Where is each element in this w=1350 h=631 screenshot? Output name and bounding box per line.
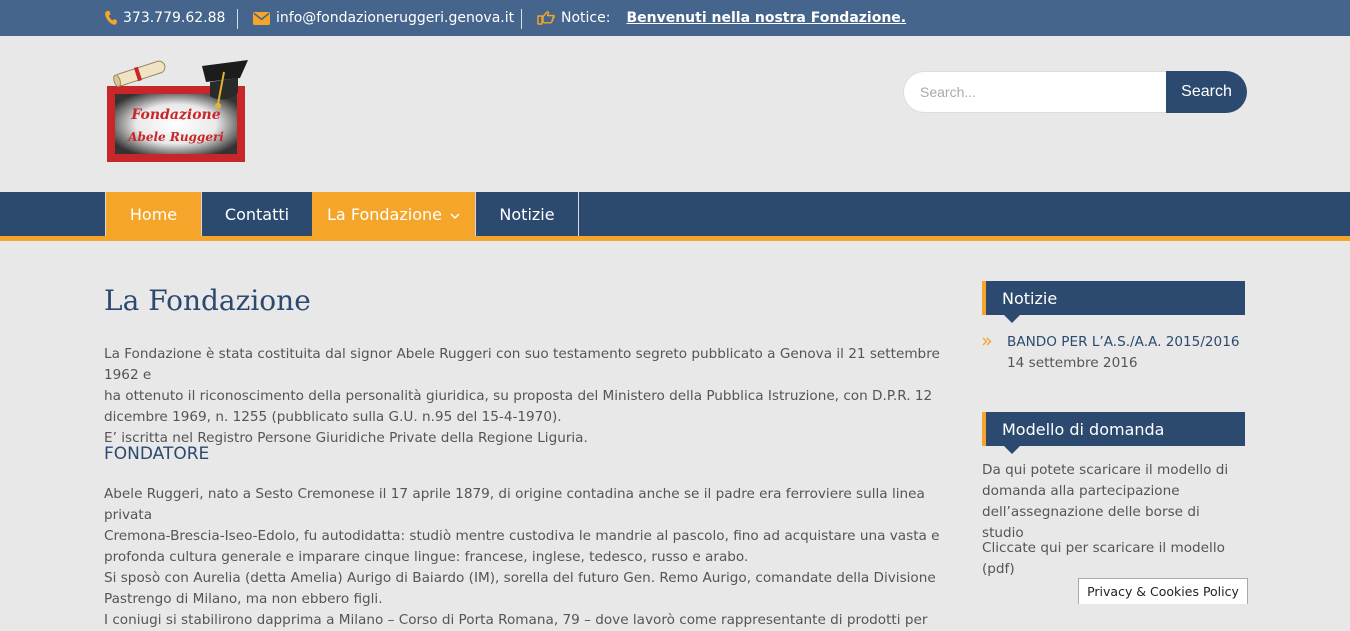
- modello-download-link[interactable]: Cliccate qui per scaricare il modello (p…: [982, 538, 1245, 580]
- search-button[interactable]: Search: [1166, 71, 1247, 113]
- text-line: Cliccate qui per scaricare il modello: [982, 540, 1225, 556]
- topbar-divider: [521, 9, 522, 29]
- nav-item-la-fondazione[interactable]: La Fondazione: [312, 192, 476, 236]
- site-logo[interactable]: Fondazione Abele Ruggeri: [106, 56, 250, 164]
- phone-number: 373.779.62.88: [123, 10, 226, 26]
- notice: Notice: Benvenuti nella nostra Fondazion…: [537, 0, 906, 36]
- nav-label: Notizie: [499, 204, 555, 224]
- search-form: Search: [903, 71, 1247, 113]
- widget-title-pointer: [1004, 315, 1020, 323]
- text-line: ha ottenuto il riconoscimento della pers…: [104, 388, 933, 404]
- top-bar: 373.779.62.88 info@fondazioneruggeri.gen…: [0, 0, 1350, 36]
- page-title: La Fondazione: [104, 284, 311, 317]
- text-line: domanda alla partecipazione: [982, 483, 1180, 499]
- text-line: dicembre 1969, n. 1255 (pubblicato sulla…: [104, 409, 562, 425]
- text-line: I coniugi si stabilirono dapprima a Mila…: [104, 612, 928, 628]
- nav-label: La Fondazione: [327, 204, 442, 224]
- widget-title-pointer: [1004, 446, 1020, 454]
- nav-label: Home: [129, 204, 178, 224]
- nav-item-home[interactable]: Home: [105, 192, 202, 236]
- text-line: (pdf): [982, 561, 1015, 577]
- text-line: E’ iscritta nel Registro Persone Giuridi…: [104, 430, 588, 446]
- search-input[interactable]: [903, 71, 1166, 113]
- widget-title-modello: Modello di domanda: [982, 412, 1245, 454]
- privacy-cookies-button[interactable]: Privacy & Cookies Policy: [1078, 578, 1248, 604]
- news-link[interactable]: BANDO PER L’A.S./A.A. 2015/2016: [1007, 332, 1240, 353]
- section-title-fondatore: FONDATORE: [104, 444, 210, 464]
- widget-title: Modello di domanda: [1002, 419, 1165, 439]
- text-line: Cremona-Brescia-Iseo-Edolo, fu autodidat…: [104, 528, 940, 544]
- phone-icon: [105, 11, 117, 25]
- fondatore-paragraph: Abele Ruggeri, nato a Sesto Cremonese il…: [104, 484, 954, 631]
- double-chevron-right-icon: [982, 332, 1007, 353]
- text-line: Si sposò con Aurelia (detta Amelia) Auri…: [104, 570, 936, 586]
- text-line: Abele Ruggeri, nato a Sesto Cremonese il…: [104, 486, 925, 523]
- widget-title: Notizie: [1002, 288, 1058, 308]
- notice-link[interactable]: Benvenuti nella nostra Fondazione.: [626, 10, 906, 26]
- text-line: Pastrengo di Milano, ma non ebbero figli…: [104, 591, 383, 607]
- hand-pointer-icon: [537, 11, 555, 25]
- phone-contact[interactable]: 373.779.62.88: [105, 0, 225, 36]
- notice-label: Notice:: [561, 10, 611, 26]
- logo-line2: Abele Ruggeri: [127, 130, 224, 144]
- notizie-list-item: BANDO PER L’A.S./A.A. 2015/2016 14 sette…: [982, 332, 1245, 374]
- logo-line1: Fondazione: [130, 107, 220, 123]
- topbar-divider: [237, 9, 238, 29]
- widget-title-notizie: Notizie: [982, 281, 1245, 323]
- main-navigation: Home Contatti La Fondazione Notizie: [0, 192, 1350, 241]
- envelope-icon: [253, 11, 270, 25]
- email-contact[interactable]: info@fondazioneruggeri.genova.it: [253, 0, 514, 36]
- text-line: profonda cultura generale e imparare cin…: [104, 549, 749, 565]
- email-address: info@fondazioneruggeri.genova.it: [276, 10, 515, 26]
- nav-item-contatti[interactable]: Contatti: [202, 192, 312, 236]
- modello-description: Da qui potete scaricare il modello di do…: [982, 460, 1245, 544]
- chevron-down-icon: [450, 205, 460, 224]
- cookie-label: Privacy & Cookies Policy: [1087, 584, 1239, 599]
- text-line: Da qui potete scaricare il modello di: [982, 462, 1229, 478]
- nav-item-notizie[interactable]: Notizie: [476, 192, 579, 236]
- logo-image: Fondazione Abele Ruggeri: [107, 60, 248, 162]
- nav-label: Contatti: [224, 204, 290, 224]
- news-date: 14 settembre 2016: [1007, 355, 1138, 371]
- intro-paragraph: La Fondazione è stata costituita dal sig…: [104, 344, 954, 449]
- text-line: La Fondazione è stata costituita dal sig…: [104, 346, 940, 383]
